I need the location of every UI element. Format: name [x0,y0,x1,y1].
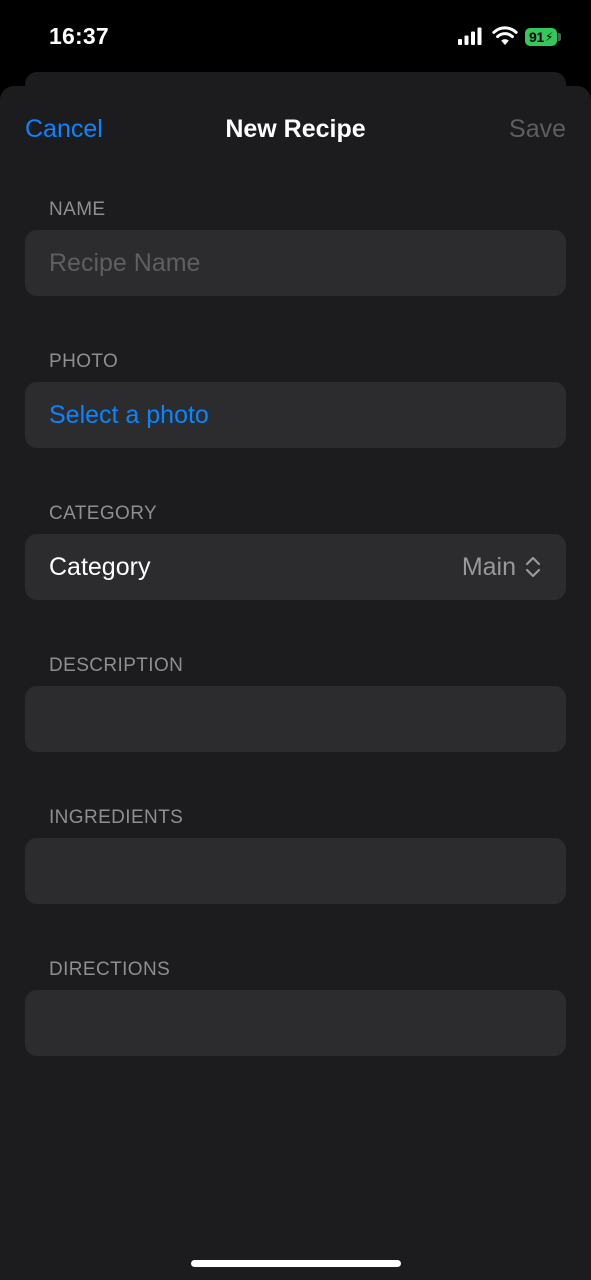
recipe-name-placeholder: Recipe Name [49,249,201,277]
name-section-header: NAME [49,199,106,220]
select-photo-row[interactable]: Select a photo [25,382,566,448]
photo-section-header: PHOTO [49,351,119,372]
description-section-header: DESCRIPTION [49,655,184,676]
category-selected-value: Main [461,552,516,581]
battery-level: 91 [528,29,544,45]
category-section-header: CATEGORY [49,503,158,524]
category-label: Category [49,553,151,581]
category-value[interactable]: Main [462,534,542,600]
cellular-signal-icon [458,27,482,45]
charging-bolt-icon: ⚡ [544,30,554,44]
directions-field[interactable] [25,990,566,1056]
status-time: 16:37 [49,23,109,49]
directions-section-header: DIRECTIONS [49,959,171,980]
chevron-up-down-icon [525,556,541,578]
battery-icon: 91 ⚡ [525,28,557,46]
battery-terminal [558,33,561,41]
save-button[interactable]: Save [509,115,566,144]
description-field[interactable] [25,686,566,752]
category-picker[interactable]: Category Main [25,534,566,600]
home-indicator[interactable] [191,1260,401,1267]
ingredients-field[interactable] [25,838,566,904]
recipe-name-field[interactable]: Recipe Name [25,230,566,296]
select-photo-button[interactable]: Select a photo [49,382,209,448]
status-bar: 16:37 91 ⚡ [0,0,591,72]
page-title: New Recipe [225,115,366,143]
wifi-icon [492,26,518,45]
ingredients-section-header: INGREDIENTS [49,807,184,828]
